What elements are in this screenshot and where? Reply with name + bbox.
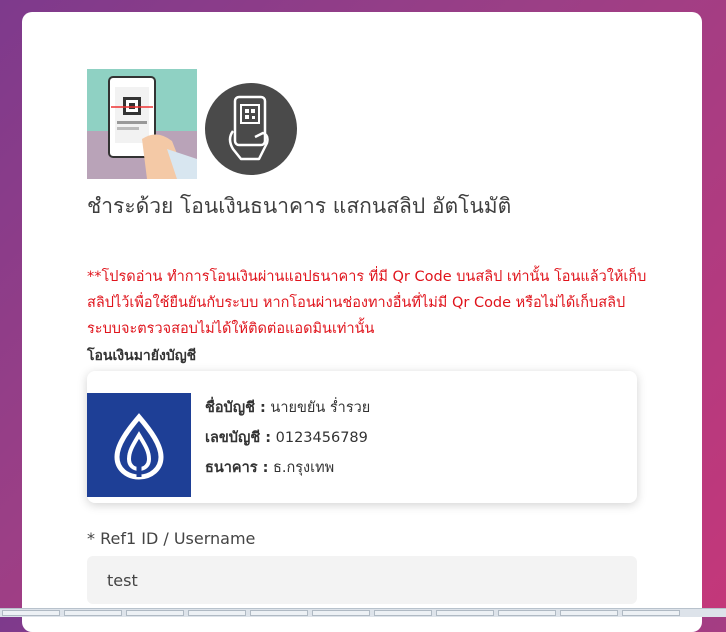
bank-logo-icon [87, 393, 191, 497]
account-details: ชื่อบัญชี : นายขยัน ร่ำรวย เลขบัญชี : 01… [205, 393, 370, 483]
transfer-to-label: โอนเงินมายังบัญชี [87, 348, 197, 364]
taskbar-button[interactable] [560, 610, 618, 616]
account-name-label: ชื่อบัญชี : [205, 400, 266, 416]
taskbar [0, 608, 726, 617]
taskbar-button[interactable] [2, 610, 60, 616]
taskbar-button[interactable] [498, 610, 556, 616]
account-name-value: นายขยัน ร่ำรวย [270, 400, 371, 416]
bank-name-label: ธนาคาร : [205, 460, 269, 476]
taskbar-button[interactable] [312, 610, 370, 616]
account-name-row: ชื่อบัญชี : นายขยัน ร่ำรวย [205, 393, 370, 423]
bank-account-card: ชื่อบัญชี : นายขยัน ร่ำรวย เลขบัญชี : 01… [87, 371, 637, 503]
bank-name-value: ธ.กรุงเทพ [273, 460, 335, 476]
account-number-value: 0123456789 [275, 430, 368, 446]
taskbar-button[interactable] [622, 610, 680, 616]
bank-name-row: ธนาคาร : ธ.กรุงเทพ [205, 453, 370, 483]
account-number-label: เลขบัญชี : [205, 430, 272, 446]
phone-scan-illustration [87, 69, 197, 179]
taskbar-button[interactable] [126, 610, 184, 616]
payment-title: ชำระด้วย โอนเงินธนาคาร แสกนสลิป อัตโนมัต… [87, 194, 512, 218]
qr-scan-icon [205, 83, 297, 175]
taskbar-button[interactable] [64, 610, 122, 616]
taskbar-button[interactable] [188, 610, 246, 616]
taskbar-button[interactable] [374, 610, 432, 616]
warning-notice: **โปรดอ่าน ทำการโอนเงินผ่านแอปธนาคาร ที่… [87, 269, 647, 337]
payment-card: ชำระด้วย โอนเงินธนาคาร แสกนสลิป อัตโนมัต… [22, 12, 702, 632]
ref-id-input[interactable] [87, 556, 637, 604]
ref-id-label: * Ref1 ID / Username [87, 529, 256, 548]
taskbar-button[interactable] [436, 610, 494, 616]
taskbar-button[interactable] [250, 610, 308, 616]
account-number-row: เลขบัญชี : 0123456789 [205, 423, 370, 453]
